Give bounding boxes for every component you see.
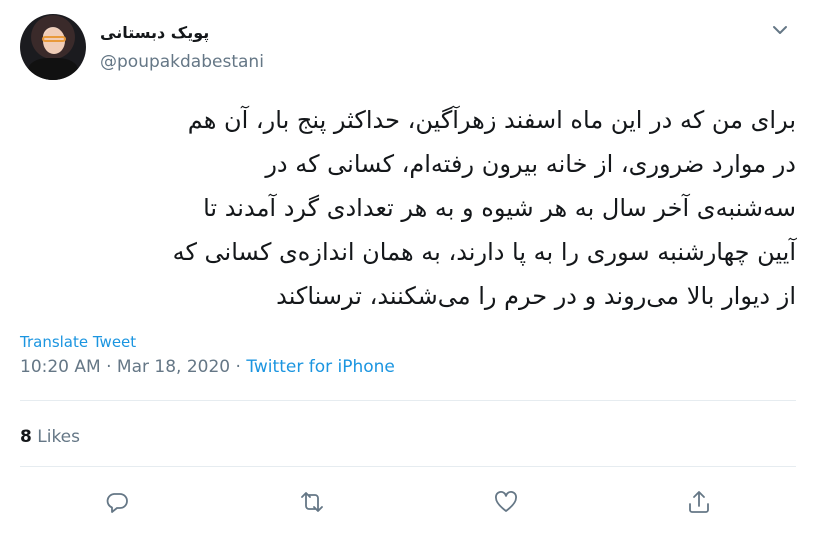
avatar-coat <box>28 58 78 80</box>
tweet-text: برای من که در این ماه اسفند زهرآگین، حدا… <box>20 98 796 318</box>
tweet-line: آیین چهارشنبه سوری را به پا دارند، به هم… <box>172 238 796 266</box>
tweet-line: از دیوار بالا می‌روند و در حرم را می‌شکن… <box>276 282 796 310</box>
tweet-source-link[interactable]: Twitter for iPhone <box>246 357 395 377</box>
translate-tweet-link[interactable]: Translate Tweet <box>20 333 136 351</box>
tweet-time[interactable]: 10:20 AM <box>20 357 101 377</box>
likes-count: 8 <box>20 427 32 447</box>
tweet-date[interactable]: Mar 18, 2020 <box>117 357 230 377</box>
likes-label: Likes <box>31 427 80 447</box>
likes-stat[interactable]: 8 Likes <box>20 427 80 447</box>
meta-separator: · <box>230 357 247 377</box>
avatar-glasses <box>42 36 66 42</box>
divider <box>20 400 796 401</box>
author-display-name[interactable]: پویک دبستانی <box>100 23 240 42</box>
tweet-line: سه‌شنبه‌ی آخر سال به هر شیوه و به هر تعد… <box>203 194 796 222</box>
chevron-down-icon[interactable] <box>770 20 790 40</box>
meta-separator: · <box>100 357 117 377</box>
avatar[interactable] <box>20 14 86 80</box>
author-handle[interactable]: @poupakdabestani <box>100 52 264 72</box>
retweet-icon[interactable] <box>298 488 326 516</box>
tweet-line: برای من که در این ماه اسفند زهرآگین، حدا… <box>187 106 796 134</box>
tweet-meta: 10:20 AM · Mar 18, 2020 · Twitter for iP… <box>20 357 395 377</box>
tweet-line: در موارد ضروری، از خانه بیرون رفته‌ام، ک… <box>265 150 796 178</box>
heart-icon[interactable] <box>492 488 520 516</box>
divider <box>20 466 796 467</box>
share-icon[interactable] <box>685 488 713 516</box>
reply-icon[interactable] <box>103 488 131 516</box>
